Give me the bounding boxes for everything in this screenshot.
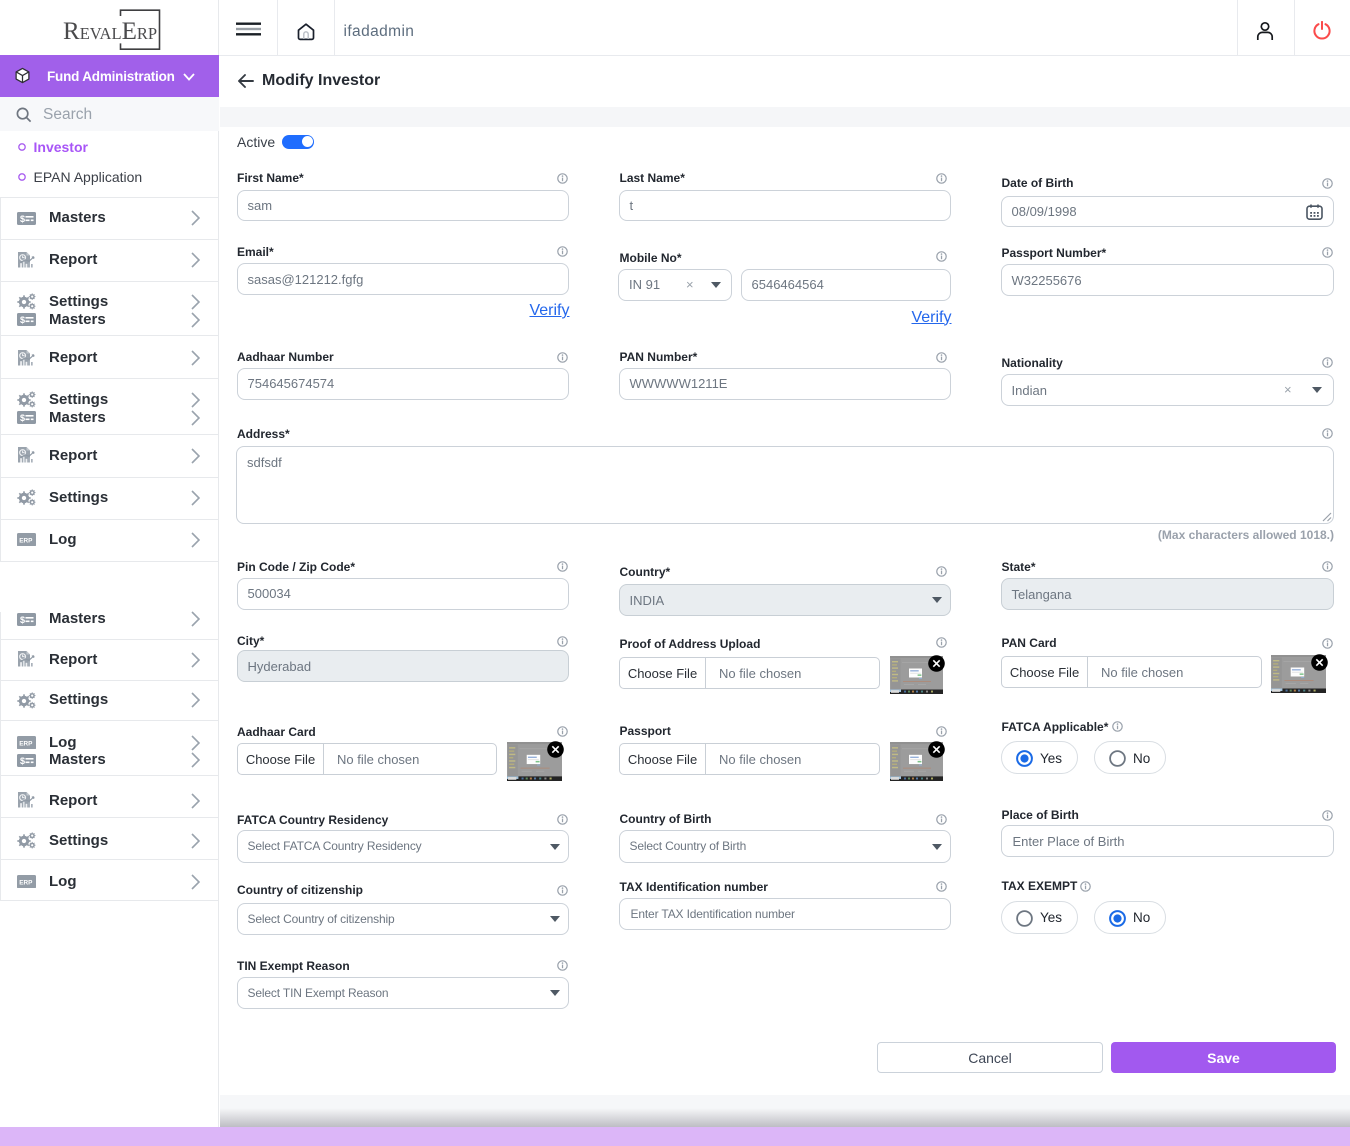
svg-text:$: $ [20, 315, 25, 325]
svg-text:ERP: ERP [19, 879, 33, 886]
svg-text:ERP: ERP [19, 537, 33, 544]
svg-text:$: $ [20, 213, 25, 223]
svg-text:ERP: ERP [19, 740, 33, 747]
svg-text:REVALERP: REVALERP [63, 18, 157, 45]
svg-text:$: $ [20, 413, 25, 423]
svg-text:$: $ [20, 755, 25, 765]
svg-text:$: $ [20, 614, 25, 624]
